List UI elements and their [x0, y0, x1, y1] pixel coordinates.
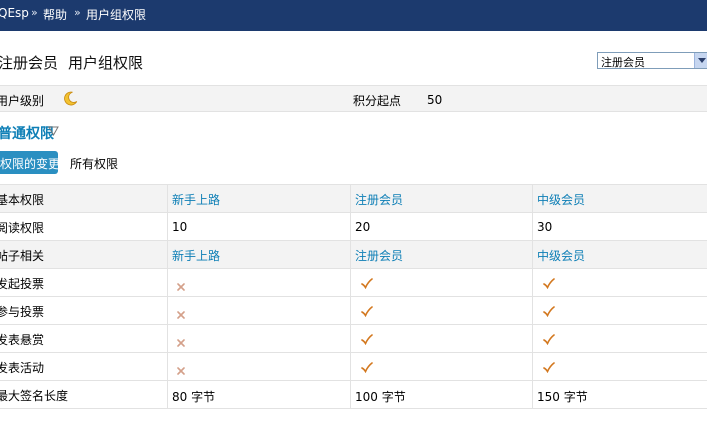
group-column-header[interactable]: 中级会员: [537, 191, 585, 208]
moon-icon: [62, 90, 79, 110]
page-title-group: 注册会员: [0, 54, 59, 72]
triangle-down-icon[interactable]: [48, 126, 59, 136]
points-start-label: 积分起点: [353, 94, 402, 108]
chevron-down-icon[interactable]: [694, 53, 707, 68]
table-row: 阅读权限 10 20 30: [0, 212, 707, 240]
group-column-header[interactable]: 注册会员: [355, 247, 403, 264]
table-row: 基本权限 新手上路 注册会员 中级会员: [0, 184, 707, 212]
row-label: 基本权限: [0, 193, 45, 207]
column-divider: [167, 353, 168, 380]
table-cell: 150 字节: [537, 390, 588, 404]
check-icon: [543, 306, 555, 320]
check-icon: [361, 334, 373, 348]
column-divider: [350, 353, 351, 380]
top-bar: QEsp » 帮助 » 用户组权限: [0, 0, 707, 31]
column-divider: [350, 381, 351, 408]
group-column-header[interactable]: 新手上路: [172, 191, 220, 208]
column-divider: [350, 213, 351, 240]
column-divider: [167, 213, 168, 240]
points-start-value: 50: [427, 93, 443, 107]
check-icon: [543, 362, 555, 376]
group-column-header[interactable]: 中级会员: [537, 247, 585, 264]
page-title: 注册会员 用户组权限: [0, 52, 143, 73]
column-divider: [532, 325, 533, 352]
row-label: 阅读权限: [0, 221, 45, 235]
check-icon: [543, 278, 555, 292]
check-icon: [361, 306, 373, 320]
page-title-text: 用户组权限: [68, 54, 144, 72]
table-row: 参与投票: [0, 296, 707, 324]
breadcrumb-separator: »: [31, 6, 38, 19]
section-title: 普通权限: [0, 126, 54, 142]
level-info-row: 用户级别 积分起点 50: [0, 85, 707, 112]
column-divider: [532, 241, 533, 268]
table-cell: 30: [537, 220, 553, 234]
column-divider: [350, 185, 351, 212]
table-cell: 100 字节: [355, 390, 406, 404]
table-row: 帖子相关 新手上路 注册会员 中级会员: [0, 240, 707, 268]
breadcrumb-help[interactable]: 帮助: [43, 6, 67, 23]
column-divider: [167, 325, 168, 352]
table-row: 发起投票: [0, 268, 707, 296]
column-divider: [350, 241, 351, 268]
group-select[interactable]: 注册会员: [597, 52, 707, 69]
table-row: 最大签名长度 80 字节 100 字节 150 字节: [0, 380, 707, 409]
cross-icon: [177, 364, 185, 378]
breadcrumb-home[interactable]: QEsp: [0, 6, 29, 20]
row-label: 发表活动: [0, 361, 45, 375]
column-divider: [167, 297, 168, 324]
cross-icon: [177, 336, 185, 350]
group-column-header[interactable]: 新手上路: [172, 247, 220, 264]
row-label: 参与投票: [0, 305, 45, 319]
column-divider: [532, 185, 533, 212]
column-divider: [532, 269, 533, 296]
column-divider: [167, 185, 168, 212]
column-divider: [532, 381, 533, 408]
column-divider: [532, 213, 533, 240]
row-label: 最大签名长度: [0, 389, 69, 403]
table-cell: 10: [172, 220, 188, 234]
row-label: 发起投票: [0, 277, 45, 291]
check-icon: [361, 278, 373, 292]
column-divider: [350, 297, 351, 324]
cross-icon: [177, 308, 185, 322]
column-divider: [167, 241, 168, 268]
breadcrumb-current: 用户组权限: [86, 8, 147, 22]
tab-permission-changes[interactable]: 权限的变更: [0, 151, 61, 174]
table-cell: 20: [355, 220, 371, 234]
table-row: 发表悬赏: [0, 324, 707, 352]
tab-label: 权限的变更: [0, 157, 61, 171]
group-select-value: 注册会员: [601, 56, 645, 69]
group-column-header[interactable]: 注册会员: [355, 191, 403, 208]
column-divider: [532, 297, 533, 324]
breadcrumb-separator: »: [74, 6, 81, 19]
check-icon: [361, 362, 373, 376]
user-level-label: 用户级别: [0, 94, 45, 108]
column-divider: [167, 269, 168, 296]
row-label: 帖子相关: [0, 249, 45, 263]
column-divider: [350, 325, 351, 352]
tab-all-permissions[interactable]: 所有权限: [70, 155, 118, 172]
column-divider: [350, 269, 351, 296]
column-divider: [532, 353, 533, 380]
cross-icon: [177, 280, 185, 294]
column-divider: [167, 381, 168, 408]
row-label: 发表悬赏: [0, 333, 45, 347]
table-cell: 80 字节: [172, 390, 216, 404]
table-row: 发表活动: [0, 352, 707, 380]
check-icon: [543, 334, 555, 348]
